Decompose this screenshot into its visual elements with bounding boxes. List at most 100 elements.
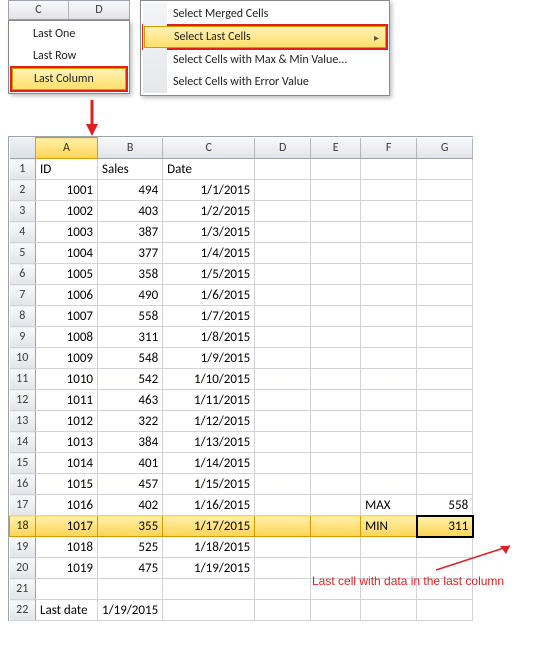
cell[interactable]	[361, 600, 417, 621]
cell[interactable]: 475	[98, 558, 163, 579]
cell[interactable]: MIN	[361, 516, 417, 537]
cell[interactable]: 1/11/2015	[163, 390, 255, 411]
cell[interactable]: 358	[98, 264, 163, 285]
cell[interactable]: 402	[98, 495, 163, 516]
row-header[interactable]: 17	[10, 495, 36, 516]
cell[interactable]: 1/19/2015	[163, 558, 255, 579]
cell[interactable]	[255, 348, 311, 369]
cell[interactable]	[361, 285, 417, 306]
cell[interactable]: 1/9/2015	[163, 348, 255, 369]
cell[interactable]	[255, 453, 311, 474]
menu-item-last-cells[interactable]: Select Last Cells	[144, 26, 386, 48]
cell[interactable]: 548	[98, 348, 163, 369]
cell[interactable]	[361, 537, 417, 558]
cell[interactable]	[417, 411, 473, 432]
row-header[interactable]: 10	[10, 348, 36, 369]
cell[interactable]: 1014	[36, 453, 98, 474]
cell[interactable]: 403	[98, 201, 163, 222]
cell[interactable]	[361, 453, 417, 474]
cell[interactable]: 1/8/2015	[163, 327, 255, 348]
cell[interactable]	[361, 579, 417, 600]
cell[interactable]	[361, 180, 417, 201]
cell[interactable]	[311, 411, 361, 432]
row-header[interactable]: 11	[10, 369, 36, 390]
cell[interactable]	[361, 327, 417, 348]
cell[interactable]	[361, 201, 417, 222]
cell[interactable]	[311, 348, 361, 369]
cell[interactable]	[163, 600, 255, 621]
cell[interactable]: Date	[163, 159, 255, 180]
cell[interactable]	[417, 222, 473, 243]
col-header-e[interactable]: E	[311, 138, 361, 159]
cell[interactable]: 1/2/2015	[163, 201, 255, 222]
cell[interactable]	[361, 411, 417, 432]
cell[interactable]: 401	[98, 453, 163, 474]
cell[interactable]	[255, 159, 311, 180]
cell[interactable]	[36, 579, 98, 600]
menu-item-max-min[interactable]: Select Cells with Max & Min Value...	[143, 49, 387, 71]
row-header[interactable]: 15	[10, 453, 36, 474]
cell[interactable]: 1017	[36, 516, 98, 537]
cell[interactable]	[417, 432, 473, 453]
cell[interactable]	[361, 474, 417, 495]
cell[interactable]: 1/13/2015	[163, 432, 255, 453]
col-header-c[interactable]: C	[9, 1, 69, 19]
cell[interactable]	[255, 600, 311, 621]
cell[interactable]	[417, 453, 473, 474]
cell[interactable]	[417, 285, 473, 306]
cell[interactable]	[417, 180, 473, 201]
cell[interactable]: 1019	[36, 558, 98, 579]
cell[interactable]	[361, 264, 417, 285]
cell[interactable]	[255, 495, 311, 516]
cell[interactable]: 387	[98, 222, 163, 243]
submenu-item-last-column[interactable]: Last Column	[12, 68, 126, 90]
cell[interactable]: 1005	[36, 264, 98, 285]
col-header-f[interactable]: F	[361, 138, 417, 159]
cell[interactable]	[361, 306, 417, 327]
cell[interactable]: 558	[417, 495, 473, 516]
row-header[interactable]: 13	[10, 411, 36, 432]
cell[interactable]	[255, 180, 311, 201]
col-header-g[interactable]: G	[417, 138, 473, 159]
cell[interactable]: 1/16/2015	[163, 495, 255, 516]
cell[interactable]: 1015	[36, 474, 98, 495]
cell[interactable]	[417, 159, 473, 180]
cell[interactable]: 1007	[36, 306, 98, 327]
cell[interactable]: 1/10/2015	[163, 369, 255, 390]
row-header[interactable]: 3	[10, 201, 36, 222]
cell[interactable]	[417, 348, 473, 369]
cell[interactable]: 377	[98, 243, 163, 264]
cell[interactable]: 322	[98, 411, 163, 432]
cell[interactable]: 1/17/2015	[163, 516, 255, 537]
cell[interactable]	[255, 306, 311, 327]
row-header[interactable]: 2	[10, 180, 36, 201]
cell[interactable]	[311, 495, 361, 516]
cell[interactable]	[311, 390, 361, 411]
cell[interactable]	[255, 285, 311, 306]
cell[interactable]	[361, 369, 417, 390]
cell[interactable]	[311, 285, 361, 306]
cell[interactable]: 1/5/2015	[163, 264, 255, 285]
cell[interactable]	[255, 516, 311, 537]
row-header[interactable]: 9	[10, 327, 36, 348]
cell[interactable]: MAX	[361, 495, 417, 516]
cell[interactable]: 1010	[36, 369, 98, 390]
cell[interactable]	[311, 243, 361, 264]
selected-cell[interactable]: 311	[417, 516, 473, 537]
row-header[interactable]: 21	[10, 579, 36, 600]
cell[interactable]	[163, 579, 255, 600]
cell[interactable]: 490	[98, 285, 163, 306]
cell[interactable]: 457	[98, 474, 163, 495]
cell[interactable]	[361, 432, 417, 453]
cell[interactable]	[417, 327, 473, 348]
cell[interactable]: ID	[36, 159, 98, 180]
row-header[interactable]: 8	[10, 306, 36, 327]
cell[interactable]: 1/12/2015	[163, 411, 255, 432]
cell[interactable]	[255, 558, 311, 579]
cell[interactable]: 1013	[36, 432, 98, 453]
cell[interactable]	[255, 264, 311, 285]
cell[interactable]: 1001	[36, 180, 98, 201]
cell[interactable]	[311, 516, 361, 537]
cell[interactable]	[255, 243, 311, 264]
cell[interactable]: 311	[98, 327, 163, 348]
